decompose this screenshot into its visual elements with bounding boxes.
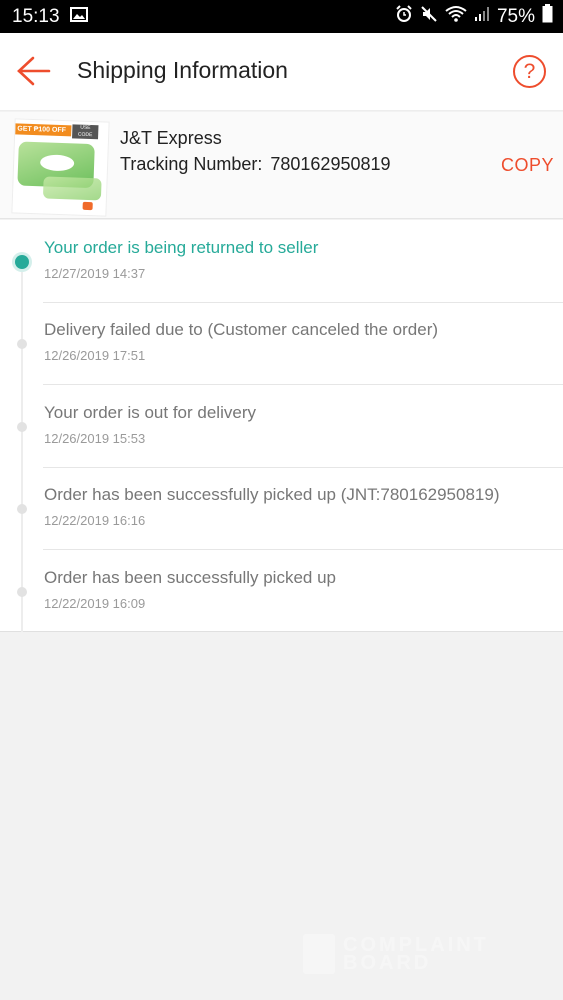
gallery-icon xyxy=(69,6,88,28)
event-timestamp: 12/26/2019 17:51 xyxy=(44,348,146,363)
promo-code-tag: USE CODE SS25197 xyxy=(72,124,99,145)
timeline-event: Order has been successfully picked up (J… xyxy=(0,467,563,550)
battery-icon xyxy=(542,4,553,29)
event-description: Order has been successfully picked up xyxy=(44,568,336,587)
event-description: Your order is being returned to seller xyxy=(44,238,319,257)
tracking-number: 780162950819 xyxy=(270,154,391,174)
wifi-icon xyxy=(445,5,467,29)
timeline-event: Your order is being returned to seller 1… xyxy=(0,220,563,303)
signal-icon xyxy=(474,6,490,28)
tracking-timeline: Your order is being returned to seller 1… xyxy=(0,220,563,632)
product-label xyxy=(39,154,75,172)
product-image-secondary xyxy=(42,176,102,201)
alarm-icon xyxy=(395,4,413,29)
status-time: 15:13 xyxy=(12,5,60,27)
timeline-dot-active xyxy=(15,255,29,269)
mute-icon xyxy=(420,5,438,29)
help-button[interactable]: ? xyxy=(513,55,546,88)
battery-percent: 75% xyxy=(496,5,535,27)
back-button[interactable] xyxy=(16,55,52,87)
event-timestamp: 12/27/2019 14:37 xyxy=(44,266,146,281)
carrier-name: J&T Express xyxy=(120,128,222,148)
timeline-event: Order has been successfully picked up 12… xyxy=(0,550,563,633)
timeline-event: Your order is out for delivery 12/26/201… xyxy=(0,385,563,468)
watermark: COMPLAINT BOARD xyxy=(303,934,489,974)
promo-banner: GET ₱100 OFF xyxy=(15,123,72,137)
tracking-row: Tracking Number: 780162950819 xyxy=(120,154,391,175)
carrier-card: GET ₱100 OFF USE CODE SS25197 J&T Expres… xyxy=(0,112,563,219)
app-header: Shipping Information ? xyxy=(0,33,563,111)
status-bar: 15:13 75% xyxy=(0,0,563,33)
back-arrow-icon xyxy=(17,56,51,86)
timeline-dot xyxy=(17,339,27,349)
event-timestamp: 12/22/2019 16:16 xyxy=(44,513,146,528)
event-description: Delivery failed due to (Customer cancele… xyxy=(44,320,439,339)
copy-button[interactable]: COPY xyxy=(501,155,554,176)
timeline-event: Delivery failed due to (Customer cancele… xyxy=(0,302,563,385)
event-timestamp: 12/22/2019 16:09 xyxy=(44,596,146,611)
event-description: Your order is out for delivery xyxy=(44,403,256,422)
page-title: Shipping Information xyxy=(77,57,288,83)
tracking-label: Tracking Number: xyxy=(120,154,263,174)
brand-badge-icon xyxy=(82,201,93,211)
event-description: Order has been successfully picked up (J… xyxy=(44,485,500,504)
event-timestamp: 12/26/2019 15:53 xyxy=(44,431,146,446)
timeline-dot xyxy=(17,422,27,432)
watermark-logo-icon xyxy=(303,934,335,974)
timeline-dot xyxy=(17,504,27,514)
product-thumbnail: GET ₱100 OFF USE CODE SS25197 xyxy=(11,118,110,217)
watermark-line2: BOARD xyxy=(343,952,432,974)
timeline-dot xyxy=(17,587,27,597)
